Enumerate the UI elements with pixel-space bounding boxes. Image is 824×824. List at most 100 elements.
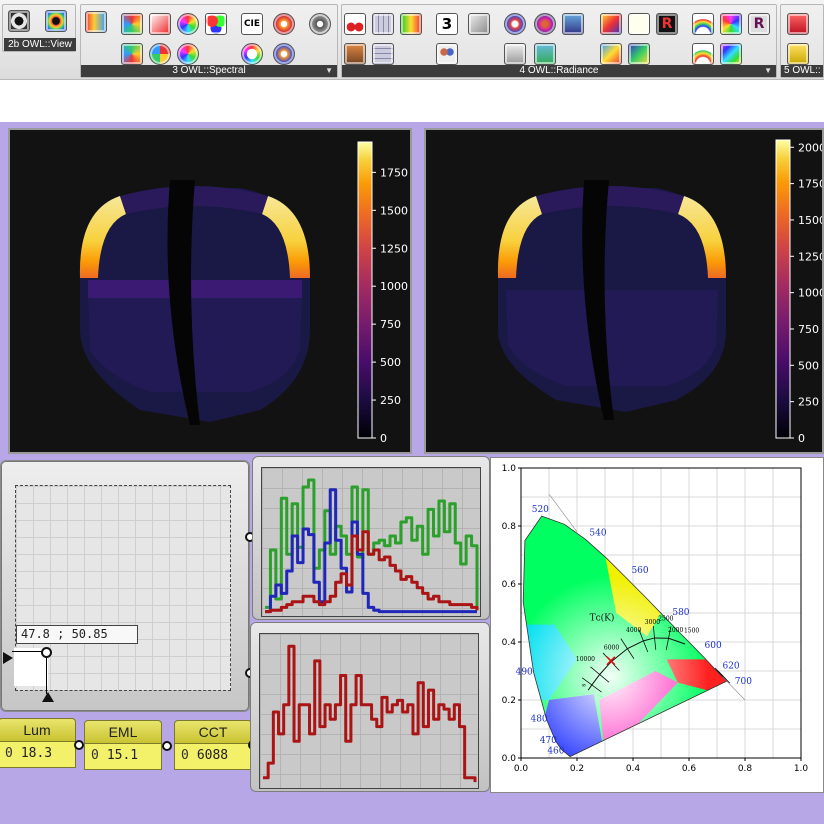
new-color-wheel-icon[interactable] (177, 43, 199, 65)
box-icon[interactable] (468, 13, 490, 35)
slider-readout: 47.8 ; 50.85 (16, 625, 138, 644)
grasshopper-canvas[interactable]: 0 250 500 750 1000 1250 1500 1750 0 250 500 750 100… (0, 122, 824, 824)
toolbar-group-spectral: CIE 3 OWL::Spectral ▼ (80, 4, 338, 78)
slider-x-arrow-icon[interactable] (3, 652, 13, 664)
colorbar-tick-label: 1500 (798, 214, 822, 227)
param-lum-label: Lum (0, 718, 76, 742)
traffic-light-icon[interactable] (400, 13, 422, 35)
param-cct-label: CCT (174, 720, 252, 744)
r-red-icon[interactable]: R (656, 13, 678, 35)
color-wheel-icon[interactable] (177, 13, 199, 35)
toolbar-group-label-5: 5 OWL:: (781, 65, 823, 77)
param-eml-value: 0 15.1 (84, 744, 162, 770)
colorbar-tick-label: 1250 (380, 242, 408, 255)
wavelength-label: 620 (722, 662, 739, 672)
wavelength-label: 540 (589, 528, 606, 538)
landscape-icon[interactable] (534, 43, 556, 65)
y-tick-label: 0.8 (502, 522, 517, 532)
colorbar-tick-label: 500 (798, 359, 819, 372)
hdr-scene-icon[interactable] (504, 13, 526, 35)
gradient-square-icon[interactable] (720, 43, 742, 65)
spectral-split-icon[interactable] (85, 11, 107, 33)
isotherm-label: 2000 (668, 627, 683, 634)
heatmap-icon[interactable] (600, 13, 622, 35)
y-tick-label: 0.2 (502, 696, 516, 706)
r-purple-icon[interactable]: R (748, 13, 770, 35)
play-red-icon[interactable] (149, 13, 171, 35)
canvas-header-band (0, 92, 824, 122)
param-lum-value: 0 18.3 (0, 742, 76, 768)
medal-small-icon[interactable] (273, 43, 295, 65)
eye-view-icon[interactable] (8, 10, 30, 32)
isotherm-label: 10000 (576, 656, 595, 663)
x-tick-label: 1.0 (794, 764, 809, 774)
render-right-image: 0 250 500 750 1000 1250 1500 1750 2000 (497, 139, 822, 445)
gear-settings-icon[interactable] (309, 13, 331, 35)
export-image-icon[interactable] (344, 43, 366, 65)
gauge-icon[interactable] (692, 43, 714, 65)
rainbow-eye-icon[interactable] (45, 10, 67, 32)
red-cube-icon[interactable] (787, 13, 809, 35)
wavelength-label: 480 (530, 714, 547, 724)
falsecolor-render-right: 0 250 500 750 1000 1250 1500 1750 2000 (424, 128, 824, 454)
falsecolor-icon[interactable] (628, 43, 650, 65)
lower-panel-right (506, 290, 718, 386)
param-eml[interactable]: EML 0 15.1 (84, 720, 162, 772)
colorbar-left-ticks: 0 250 500 750 1000 1250 1500 1750 (372, 166, 408, 445)
grid-plane-icon[interactable] (372, 13, 394, 35)
wavelength-label: 470 (540, 736, 557, 746)
wavelength-label: 700 (735, 677, 752, 687)
isotherm-label: ∞ (581, 682, 586, 689)
rgb-circles-icon[interactable] (205, 13, 227, 35)
people-icon[interactable] (436, 43, 458, 65)
y-tick-label: 0.6 (502, 580, 517, 590)
wire-connector-2[interactable] (162, 741, 172, 751)
wavelength-label: 600 (705, 641, 722, 651)
luminance-plot (259, 633, 479, 789)
three-icon[interactable]: 3 (436, 13, 458, 35)
cie-chromaticity-panel: Tᴄ(K) ∞ 10000 6000 4000 3000 2500 2000 1500 0.0 0… (490, 457, 824, 793)
image-stack-icon[interactable] (562, 13, 584, 35)
slider-y-arrow-icon[interactable] (42, 692, 54, 702)
luminance-series-line (263, 644, 477, 783)
play-spectral-icon[interactable] (121, 13, 143, 35)
param-cct-value: 0 6088 (174, 744, 252, 770)
purple-band (88, 280, 302, 298)
wire-connector-1[interactable] (74, 740, 84, 750)
y-tick-label: 0.0 (502, 754, 517, 764)
cie-icon[interactable]: CIE (241, 13, 263, 35)
colorbar-tick-label: 0 (380, 432, 387, 445)
camera-icon[interactable] (504, 43, 526, 65)
rainbow-arc-icon[interactable] (692, 13, 714, 35)
param-cct[interactable]: CCT 0 6088 (174, 720, 252, 772)
wavelength-label: 520 (532, 505, 549, 515)
slider-handle[interactable] (41, 647, 52, 658)
colorbar-tick-label: 750 (380, 318, 401, 331)
spectral-rgb-svg (265, 478, 479, 614)
ring-icon[interactable] (241, 43, 263, 65)
medal-icon[interactable] (273, 13, 295, 35)
play-color-icon[interactable] (121, 43, 143, 65)
colorbar-tick-label: 1000 (380, 280, 408, 293)
colorbar-tick-label: 1750 (798, 178, 822, 191)
colorbar-tick-label: 500 (380, 356, 401, 369)
spectrum-diamond-icon[interactable] (720, 13, 742, 35)
disc-icon[interactable] (534, 13, 556, 35)
grid-tile-icon[interactable] (372, 43, 394, 65)
toolbar-group-radiance: 3 R R 4 OWL::Radiance ▼ (341, 4, 777, 78)
curve-icon[interactable] (628, 13, 650, 35)
x-tick-label: 0.2 (570, 764, 584, 774)
x-tick-label: 0.8 (738, 764, 753, 774)
cie-chromaticity-svg: Tᴄ(K)∞1000060004000300025002000 1500 0.0 0… (502, 464, 809, 774)
x-tick-label: 0.6 (682, 764, 697, 774)
colorbar-tick-label: 1500 (380, 204, 408, 217)
pie-chart-icon[interactable] (149, 43, 171, 65)
toolbar-group-5: 5 OWL:: (780, 4, 824, 78)
yellow-cube-icon[interactable] (787, 43, 809, 65)
cherries-icon[interactable] (344, 13, 366, 35)
luminance-map-icon[interactable] (600, 43, 622, 65)
colorbar-left (357, 141, 373, 439)
spectral-rgb-plot (261, 467, 481, 617)
param-eml-label: EML (84, 720, 162, 744)
param-lum[interactable]: Lum 0 18.3 (0, 718, 76, 770)
